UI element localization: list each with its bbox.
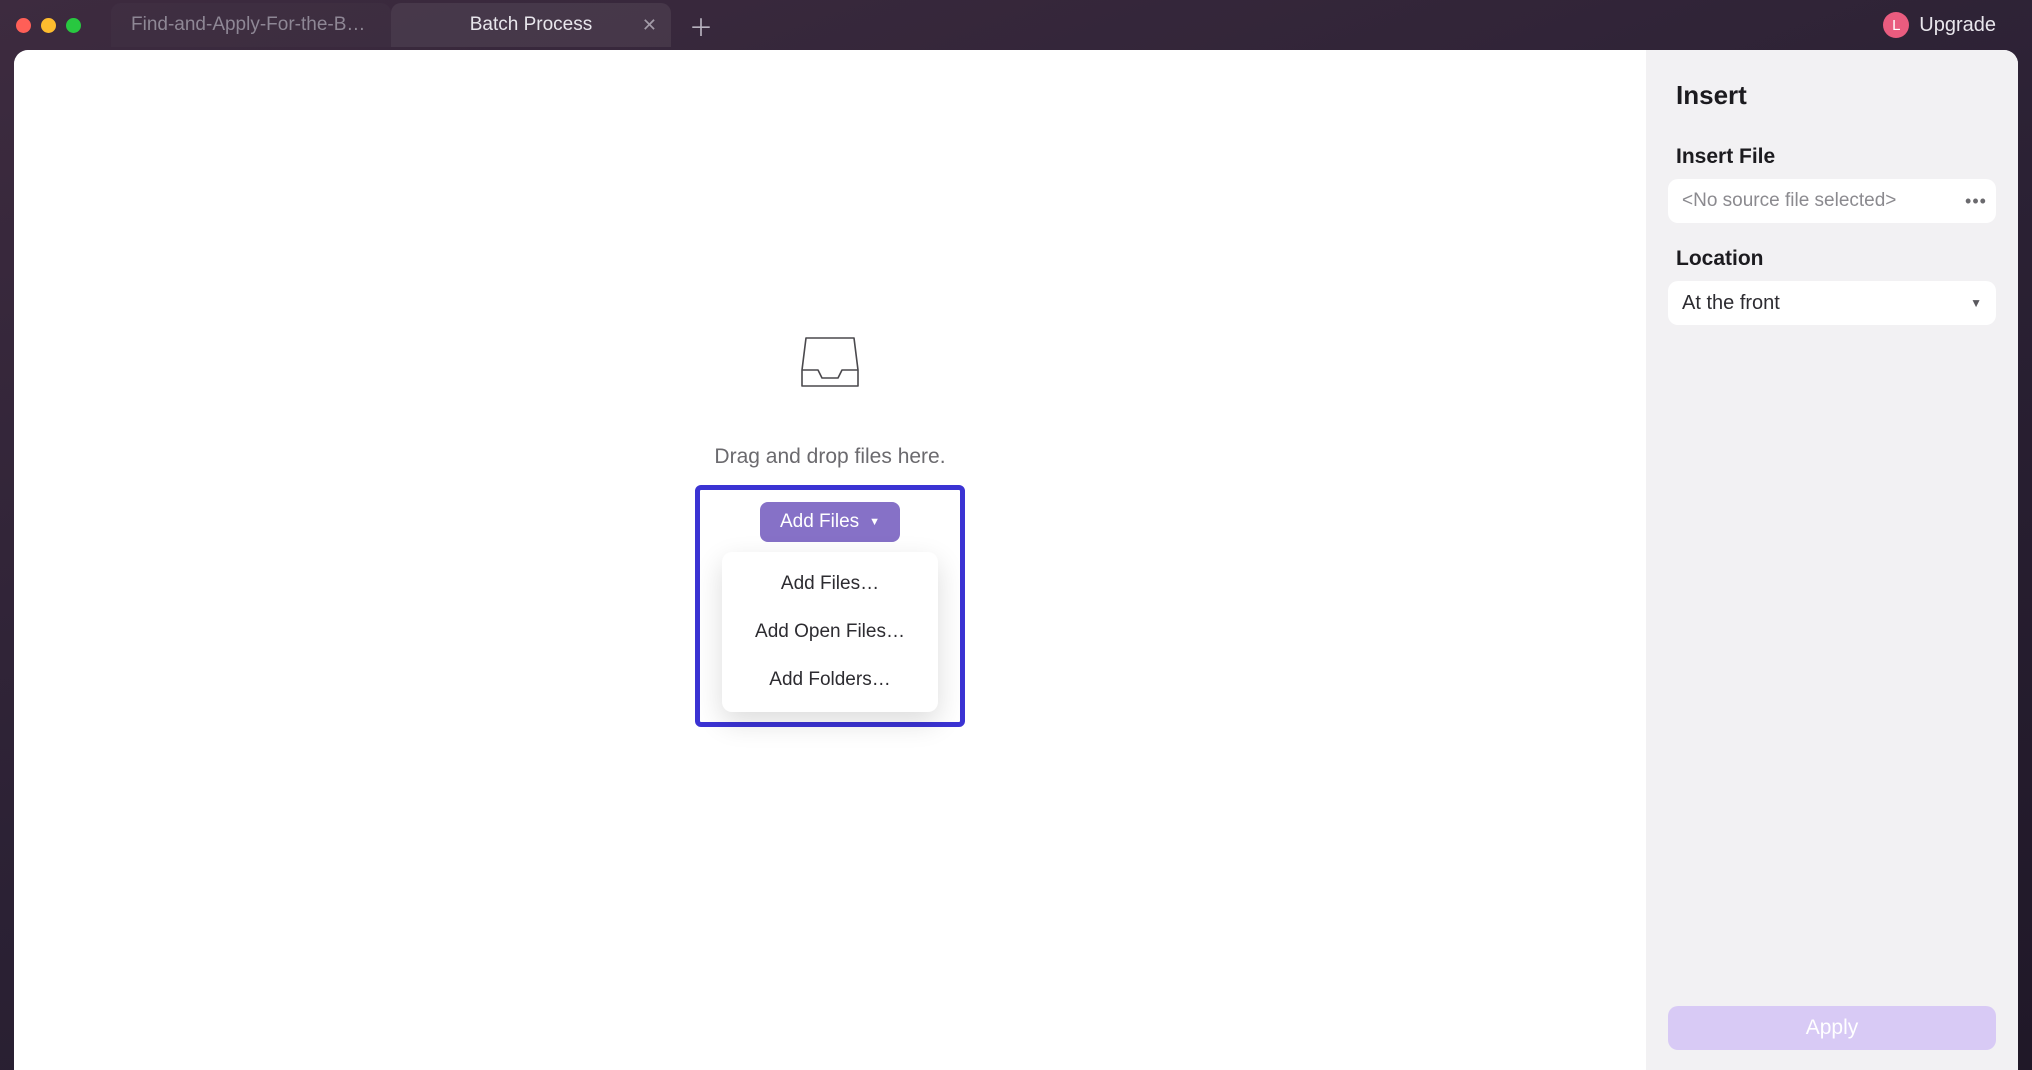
app-body: Drag and drop files here. Add Files ▼ Ad…: [14, 50, 2018, 1070]
close-tab-icon[interactable]: ✕: [642, 15, 657, 36]
side-panel: Insert Insert File <No source file selec…: [1646, 50, 2018, 1070]
tab-batch-process[interactable]: Batch Process ✕: [391, 3, 671, 47]
main-panel: Drag and drop files here. Add Files ▼ Ad…: [14, 50, 1646, 1070]
avatar-initial: L: [1892, 17, 1900, 34]
add-files-highlight: Add Files ▼ Add Files… Add Open Files… A…: [695, 485, 965, 727]
avatar: L: [1883, 12, 1909, 38]
add-files-button[interactable]: Add Files ▼: [760, 502, 900, 542]
side-panel-title: Insert: [1646, 80, 2018, 139]
location-select[interactable]: At the front ▼: [1668, 281, 1996, 325]
new-tab-button[interactable]: ＋: [681, 5, 721, 45]
insert-file-label: Insert File: [1646, 145, 2018, 179]
insert-file-placeholder: <No source file selected>: [1682, 190, 1896, 212]
zoom-window-button[interactable]: [66, 18, 81, 33]
upgrade-button[interactable]: L Upgrade: [1883, 12, 2016, 38]
caret-down-icon: ▼: [869, 516, 880, 528]
menu-item-add-files[interactable]: Add Files…: [722, 560, 938, 608]
minimize-window-button[interactable]: [41, 18, 56, 33]
dropzone-hint: Drag and drop files here.: [714, 445, 945, 469]
close-window-button[interactable]: [16, 18, 31, 33]
tab-bar: Find-and-Apply-For-the-B… Batch Process …: [111, 3, 1883, 47]
chevron-down-icon: ▼: [1970, 296, 1982, 310]
menu-item-add-folders[interactable]: Add Folders…: [722, 656, 938, 704]
location-label: Location: [1646, 247, 2018, 281]
tab-label: Batch Process: [470, 14, 593, 36]
tab-label: Find-and-Apply-For-the-B…: [131, 14, 365, 36]
add-files-label: Add Files: [780, 511, 859, 533]
inbox-icon: [800, 334, 860, 390]
location-value: At the front: [1682, 292, 1780, 315]
tab-find-and-apply[interactable]: Find-and-Apply-For-the-B…: [111, 3, 391, 47]
upgrade-label: Upgrade: [1919, 14, 1996, 37]
apply-area: Apply: [1646, 980, 2018, 1070]
dropzone[interactable]: Drag and drop files here. Add Files ▼ Ad…: [695, 334, 965, 727]
insert-file-selector[interactable]: <No source file selected> •••: [1668, 179, 1996, 223]
window-controls: [16, 18, 81, 33]
titlebar: Find-and-Apply-For-the-B… Batch Process …: [0, 0, 2032, 50]
more-icon[interactable]: •••: [1962, 187, 1990, 215]
add-files-menu: Add Files… Add Open Files… Add Folders…: [722, 552, 938, 712]
menu-item-add-open-files[interactable]: Add Open Files…: [722, 608, 938, 656]
apply-button[interactable]: Apply: [1668, 1006, 1996, 1050]
